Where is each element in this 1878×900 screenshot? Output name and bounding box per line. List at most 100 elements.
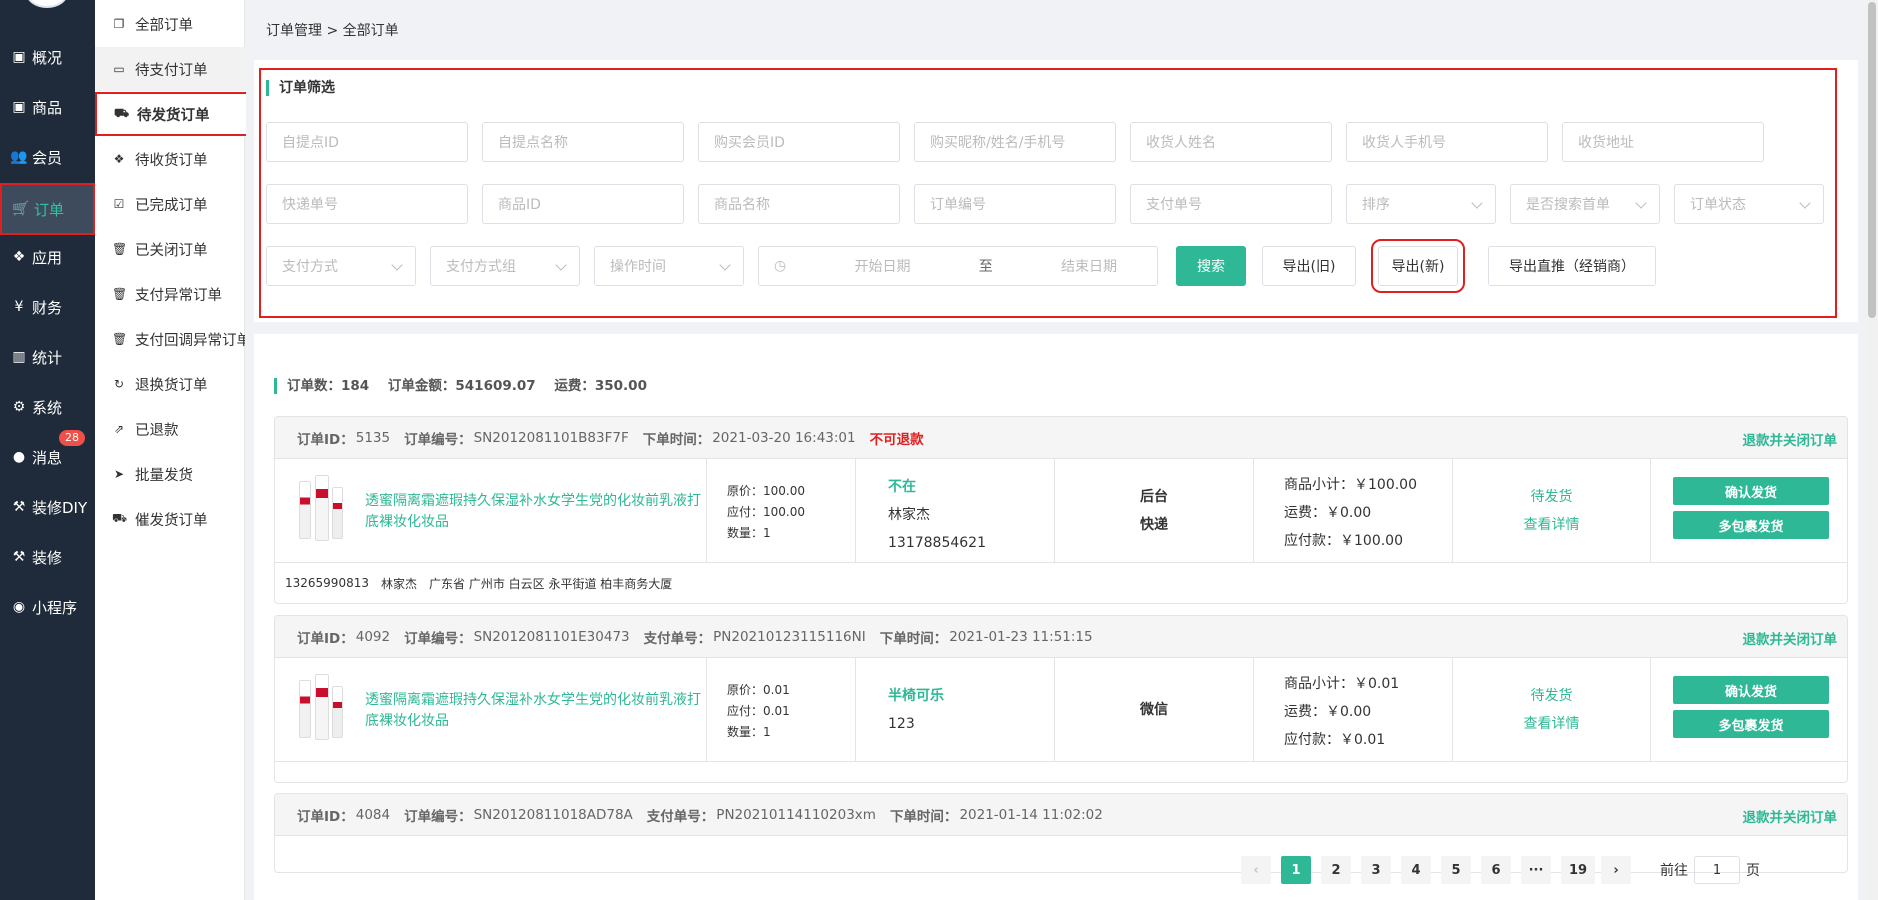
goto-page-input[interactable]: 1 <box>1694 856 1740 884</box>
date-start: 开始日期 <box>854 259 911 275</box>
quantity: 数量：1 <box>727 725 771 739</box>
refund-close-link[interactable]: 退款并关闭订单 <box>1743 628 1838 648</box>
date-separator: 至 <box>978 259 993 275</box>
page-1-button[interactable]: 1 <box>1281 856 1311 884</box>
export-direct-button[interactable]: 导出直推（经销商） <box>1488 246 1656 286</box>
order-status: 待发货 <box>1530 688 1573 704</box>
product-id-input[interactable]: 商品ID <box>482 184 684 224</box>
product-name-link[interactable]: 透蜜隔离霜遮瑕持久保湿补水女学生党的化妆前乳液打底裸妆化妆品 <box>365 690 705 732</box>
subnav-item-batch-ship[interactable]: ➤ 批量发货 <box>95 452 245 496</box>
page-5-button[interactable]: 5 <box>1441 856 1471 884</box>
order-header: 订单ID： 4084 订单编号： SN20120811018AD78A 支付单号： P… <box>275 794 1847 836</box>
nav-item-miniapp[interactable]: ◉ 小程序 <box>0 582 95 632</box>
prev-page-button[interactable]: ‹ <box>1241 856 1271 884</box>
nav-item-decor[interactable]: ⚒ 装修 <box>0 532 95 582</box>
nav-label: 概况 <box>32 48 63 67</box>
product-name-link[interactable]: 透蜜隔离霜遮瑕持久保湿补水女学生党的化妆前乳液打底裸妆化妆品 <box>365 491 705 533</box>
product-name-input[interactable]: 商品名称 <box>698 184 900 224</box>
pay-sn-label: 支付单号： <box>646 808 715 825</box>
date-range-picker[interactable]: ◷ 开始日期 至 结束日期 <box>758 246 1158 286</box>
refund-close-link[interactable]: 退款并关闭订单 <box>1743 429 1838 449</box>
buyer-phone: 13178854621 <box>888 535 986 551</box>
share-icon: ⇗ <box>113 422 125 436</box>
nav-item-diy[interactable]: ⚒ 装修DIY <box>0 482 95 532</box>
product-thumbnail[interactable] <box>295 674 345 744</box>
summary-amount: 订单金额：541609.07 <box>388 378 536 394</box>
tracking-no-input[interactable]: 快递单号 <box>266 184 468 224</box>
subnav-item-completed[interactable]: ☑ 已完成订单 <box>95 182 245 226</box>
nav-item-system[interactable]: ⚙ 系统 <box>0 382 95 432</box>
product-thumbnail[interactable] <box>295 475 345 545</box>
subnav-item-to-receive[interactable]: ❖ 待收货订单 <box>95 137 245 181</box>
pay-group-select[interactable]: 支付方式组 <box>430 246 580 286</box>
search-button[interactable]: 搜索 <box>1176 246 1246 286</box>
buyer-search-input[interactable]: 购买昵称/姓名/手机号 <box>914 122 1116 162</box>
subnav-item-unpaid[interactable]: ▭ 待支付订单 <box>95 47 245 91</box>
nav-item-members[interactable]: 👥 会员 <box>0 132 95 182</box>
status-cell: 待发货 查看详情 <box>1453 459 1651 563</box>
nav-item-apps[interactable]: ❖ 应用 <box>0 232 95 282</box>
multi-package-button[interactable]: 多包裹发货 <box>1673 710 1829 738</box>
export-old-button[interactable]: 导出(旧) <box>1262 246 1356 286</box>
refund-close-link[interactable]: 退款并关闭订单 <box>1743 806 1838 826</box>
export-new-button[interactable]: 导出(新) <box>1371 239 1465 293</box>
view-detail-link[interactable]: 查看详情 <box>1453 511 1650 539</box>
cart-icon: 🛒 <box>12 201 30 217</box>
summary-count: 订单数：184 <box>287 378 369 394</box>
subnav-item-pay-error[interactable]: 🗑 支付异常订单 <box>95 272 245 316</box>
next-page-button[interactable]: › <box>1601 856 1631 884</box>
first-order-select[interactable]: 是否搜索首单 <box>1510 184 1660 224</box>
order-time: 2021-01-23 11:51:15 <box>949 628 1093 645</box>
sort-select[interactable]: 排序 <box>1346 184 1496 224</box>
subnav-item-returns[interactable]: ↻ 退换货订单 <box>95 362 245 406</box>
multi-package-button[interactable]: 多包裹发货 <box>1673 511 1829 539</box>
receiver-phone-input[interactable]: 收货人手机号 <box>1346 122 1548 162</box>
pickup-id-input[interactable]: 自提点ID <box>266 122 468 162</box>
subnav-item-to-ship[interactable]: ⛟ 待发货订单 <box>95 92 250 136</box>
subnav-item-refunded[interactable]: ⇗ 已退款 <box>95 407 245 451</box>
gears-icon: ⚙ <box>12 399 26 415</box>
nav-item-orders[interactable]: 🛒 订单 <box>0 183 95 235</box>
receiver-name-input[interactable]: 收货人姓名 <box>1130 122 1332 162</box>
pay-sn-input[interactable]: 支付单号 <box>1130 184 1332 224</box>
view-detail-link[interactable]: 查看详情 <box>1453 710 1650 738</box>
page-6-button[interactable]: 6 <box>1481 856 1511 884</box>
nav-item-finance[interactable]: ¥ 财务 <box>0 282 95 332</box>
scrollbar-thumb[interactable] <box>1868 2 1876 318</box>
operate-time-select[interactable]: 操作时间 <box>594 246 744 286</box>
subnav-item-urge-ship[interactable]: ⛟ 催发货订单 <box>95 497 245 541</box>
buyer-nickname[interactable]: 半椅可乐 <box>888 682 944 710</box>
page-4-button[interactable]: 4 <box>1401 856 1431 884</box>
address-input[interactable]: 收货地址 <box>1562 122 1764 162</box>
page-19-button[interactable]: 19 <box>1561 856 1595 884</box>
main-content: 订单管理 > 全部订单 订单筛选 自提点ID 自提点名称 购买会员ID 购买昵称… <box>246 0 1866 900</box>
order-id-label: 订单ID： <box>297 808 354 825</box>
page-scrollbar[interactable] <box>1866 0 1878 900</box>
subnav-label: 待收货订单 <box>135 152 208 169</box>
order-id: 5135 <box>355 429 391 446</box>
confirm-ship-button[interactable]: 确认发货 <box>1673 676 1829 704</box>
nav-item-stats[interactable]: ▥ 统计 <box>0 332 95 382</box>
nav-item-overview[interactable]: ▣ 概况 <box>0 32 95 82</box>
pay-price: 应付：100.00 <box>727 505 805 519</box>
pay-method-select[interactable]: 支付方式 <box>266 246 416 286</box>
buyer-nickname[interactable]: 不在 <box>888 473 986 501</box>
pickup-name-input[interactable]: 自提点名称 <box>482 122 684 162</box>
page-3-button[interactable]: 3 <box>1361 856 1391 884</box>
page-2-button[interactable]: 2 <box>1321 856 1351 884</box>
more-pages-ellipsis[interactable]: ··· <box>1521 856 1551 884</box>
trash-icon: 🗑 <box>112 332 128 346</box>
overview-icon: ▣ <box>12 49 26 65</box>
order-status-select[interactable]: 订单状态 <box>1674 184 1824 224</box>
status-cell: 待发货 查看详情 <box>1453 658 1651 762</box>
nav-item-goods[interactable]: ▣ 商品 <box>0 82 95 132</box>
subnav-item-callback-error[interactable]: 🗑 支付回调异常订单 <box>95 317 245 361</box>
order-sn-input[interactable]: 订单编号 <box>914 184 1116 224</box>
goto-label: 前往 <box>1660 863 1688 879</box>
member-id-input[interactable]: 购买会员ID <box>698 122 900 162</box>
subnav-item-all-orders[interactable]: ❐ 全部订单 <box>95 2 245 46</box>
nav-item-messages[interactable]: ● 消息 28 <box>0 430 95 482</box>
subnav-item-closed[interactable]: 🗑 已关闭订单 <box>95 227 245 271</box>
order-time-label: 下单时间： <box>642 431 711 448</box>
confirm-ship-button[interactable]: 确认发货 <box>1673 477 1829 505</box>
